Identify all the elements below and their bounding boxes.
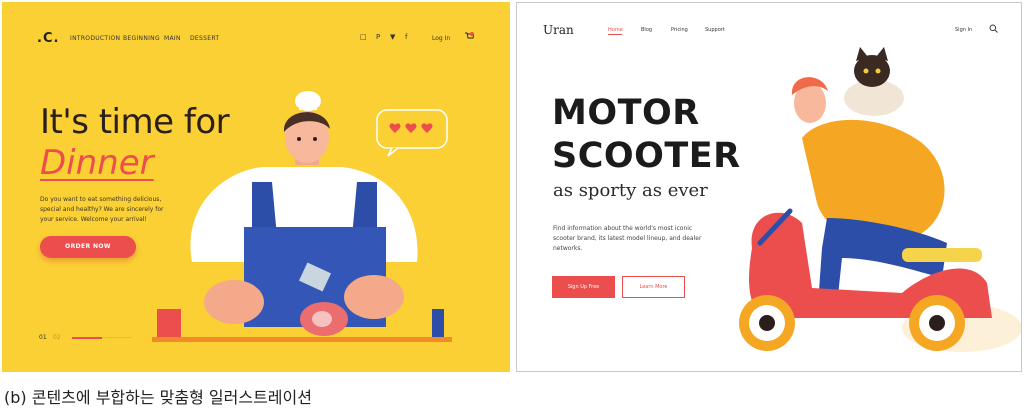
hearts-icon: [389, 123, 433, 133]
search-icon[interactable]: [989, 24, 998, 33]
brand-logo[interactable]: Uran: [543, 23, 574, 37]
subtitle: as sporty as ever: [553, 180, 708, 201]
cat-illustration: [844, 47, 904, 116]
page-current: 01: [39, 334, 47, 341]
login-link[interactable]: Log In: [432, 35, 450, 42]
scooter-landing-panel: Uran Home Blog Pricing Support Sign In M…: [516, 2, 1022, 372]
scooter-rider-illustration: [739, 47, 1021, 352]
speech-bubble: [376, 109, 448, 157]
nav-introduction[interactable]: INTRODUCTION: [70, 35, 120, 42]
nav-beginning[interactable]: BEGINNING: [123, 35, 160, 42]
twitter-icon[interactable]: ▼: [390, 33, 395, 41]
instagram-icon[interactable]: □: [360, 33, 367, 41]
learn-more-button[interactable]: Learn More: [622, 276, 685, 298]
nav-pricing[interactable]: Pricing: [671, 27, 688, 33]
nav-main[interactable]: MAIN: [164, 35, 181, 42]
nav-home[interactable]: Home: [608, 27, 623, 33]
dinner-landing-panel: .C. INTRODUCTION BEGINNING MAIN DESSERT …: [2, 2, 510, 372]
description-text: Do you want to eat something delicious, …: [40, 196, 164, 223]
slider-progress: [72, 336, 132, 339]
headline-line2: SCOOTER: [552, 136, 741, 176]
figure-caption: (b) 콘텐츠에 부합하는 맞춤형 일러스트레이션: [4, 388, 312, 407]
nav-blog[interactable]: Blog: [641, 27, 652, 33]
brand-logo[interactable]: .C.: [37, 31, 59, 46]
sign-up-button[interactable]: Sign Up Free: [552, 276, 615, 298]
chef-illustration: [152, 91, 452, 342]
nav-dessert[interactable]: DESSERT: [190, 35, 219, 42]
headline-line1: MOTOR: [552, 93, 700, 133]
pinterest-icon[interactable]: P: [376, 33, 380, 41]
nav-support[interactable]: Support: [705, 27, 725, 33]
active-nav-underline: [608, 34, 622, 35]
description-text: Find information about the world's most …: [553, 225, 702, 252]
sign-in-link[interactable]: Sign In: [955, 27, 972, 33]
page-next[interactable]: 02: [53, 334, 61, 341]
headline-line2: Dinner: [40, 143, 154, 183]
facebook-icon[interactable]: f: [405, 33, 407, 41]
order-now-button[interactable]: ORDER NOW: [40, 236, 136, 258]
cart-icon[interactable]: [464, 32, 474, 41]
